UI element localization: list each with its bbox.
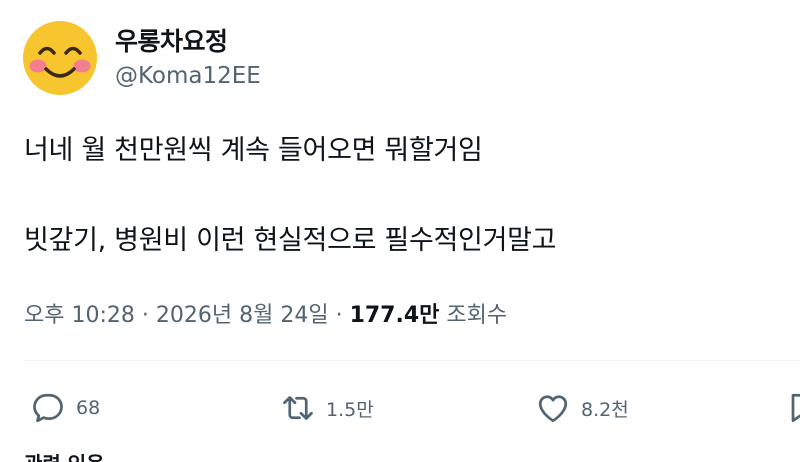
- views-count: 177.4만: [349, 303, 440, 328]
- meta-separator: ·: [335, 303, 343, 328]
- like-count: 8.2천: [581, 398, 629, 421]
- heart-icon: [538, 395, 568, 423]
- retweet-icon: [283, 396, 313, 420]
- tweet-card: 우롱차요정 @Koma12EE 너네 월 천만원씩 계속 들어오면 뭐할거임 빗…: [0, 0, 800, 462]
- retweet-button[interactable]: 1.5만: [280, 388, 374, 428]
- smiling-face-with-blush-icon: [23, 21, 97, 95]
- reply-button[interactable]: 68: [30, 388, 100, 428]
- tweet-time[interactable]: 오후 10:28: [24, 303, 135, 328]
- tweet-text-line-2: 빗갚기, 병원비 이런 현실적으로 필수적인거말고: [24, 225, 557, 256]
- bookmark-button[interactable]: [784, 388, 800, 428]
- bookmark-icon: [791, 393, 800, 423]
- tweet-date[interactable]: 2026년 8월 24일: [156, 303, 329, 328]
- display-name[interactable]: 우롱차요정: [115, 22, 228, 58]
- user-handle[interactable]: @Koma12EE: [115, 63, 261, 89]
- related-heading: 관련 있음: [24, 448, 105, 462]
- divider: [24, 360, 800, 361]
- tweet-text-line-1: 너네 월 천만원씩 계속 들어오면 뭐할거임: [24, 135, 483, 166]
- views-label: 조회수: [446, 303, 508, 328]
- avatar[interactable]: [22, 20, 98, 96]
- retweet-count: 1.5만: [326, 398, 374, 421]
- meta-separator: ·: [141, 303, 149, 328]
- reply-icon: [33, 393, 63, 423]
- like-button[interactable]: 8.2천: [535, 388, 629, 428]
- reply-count: 68: [76, 397, 101, 419]
- tweet-meta: 오후 10:28 · 2026년 8월 24일 · 177.4만 조회수: [24, 297, 507, 329]
